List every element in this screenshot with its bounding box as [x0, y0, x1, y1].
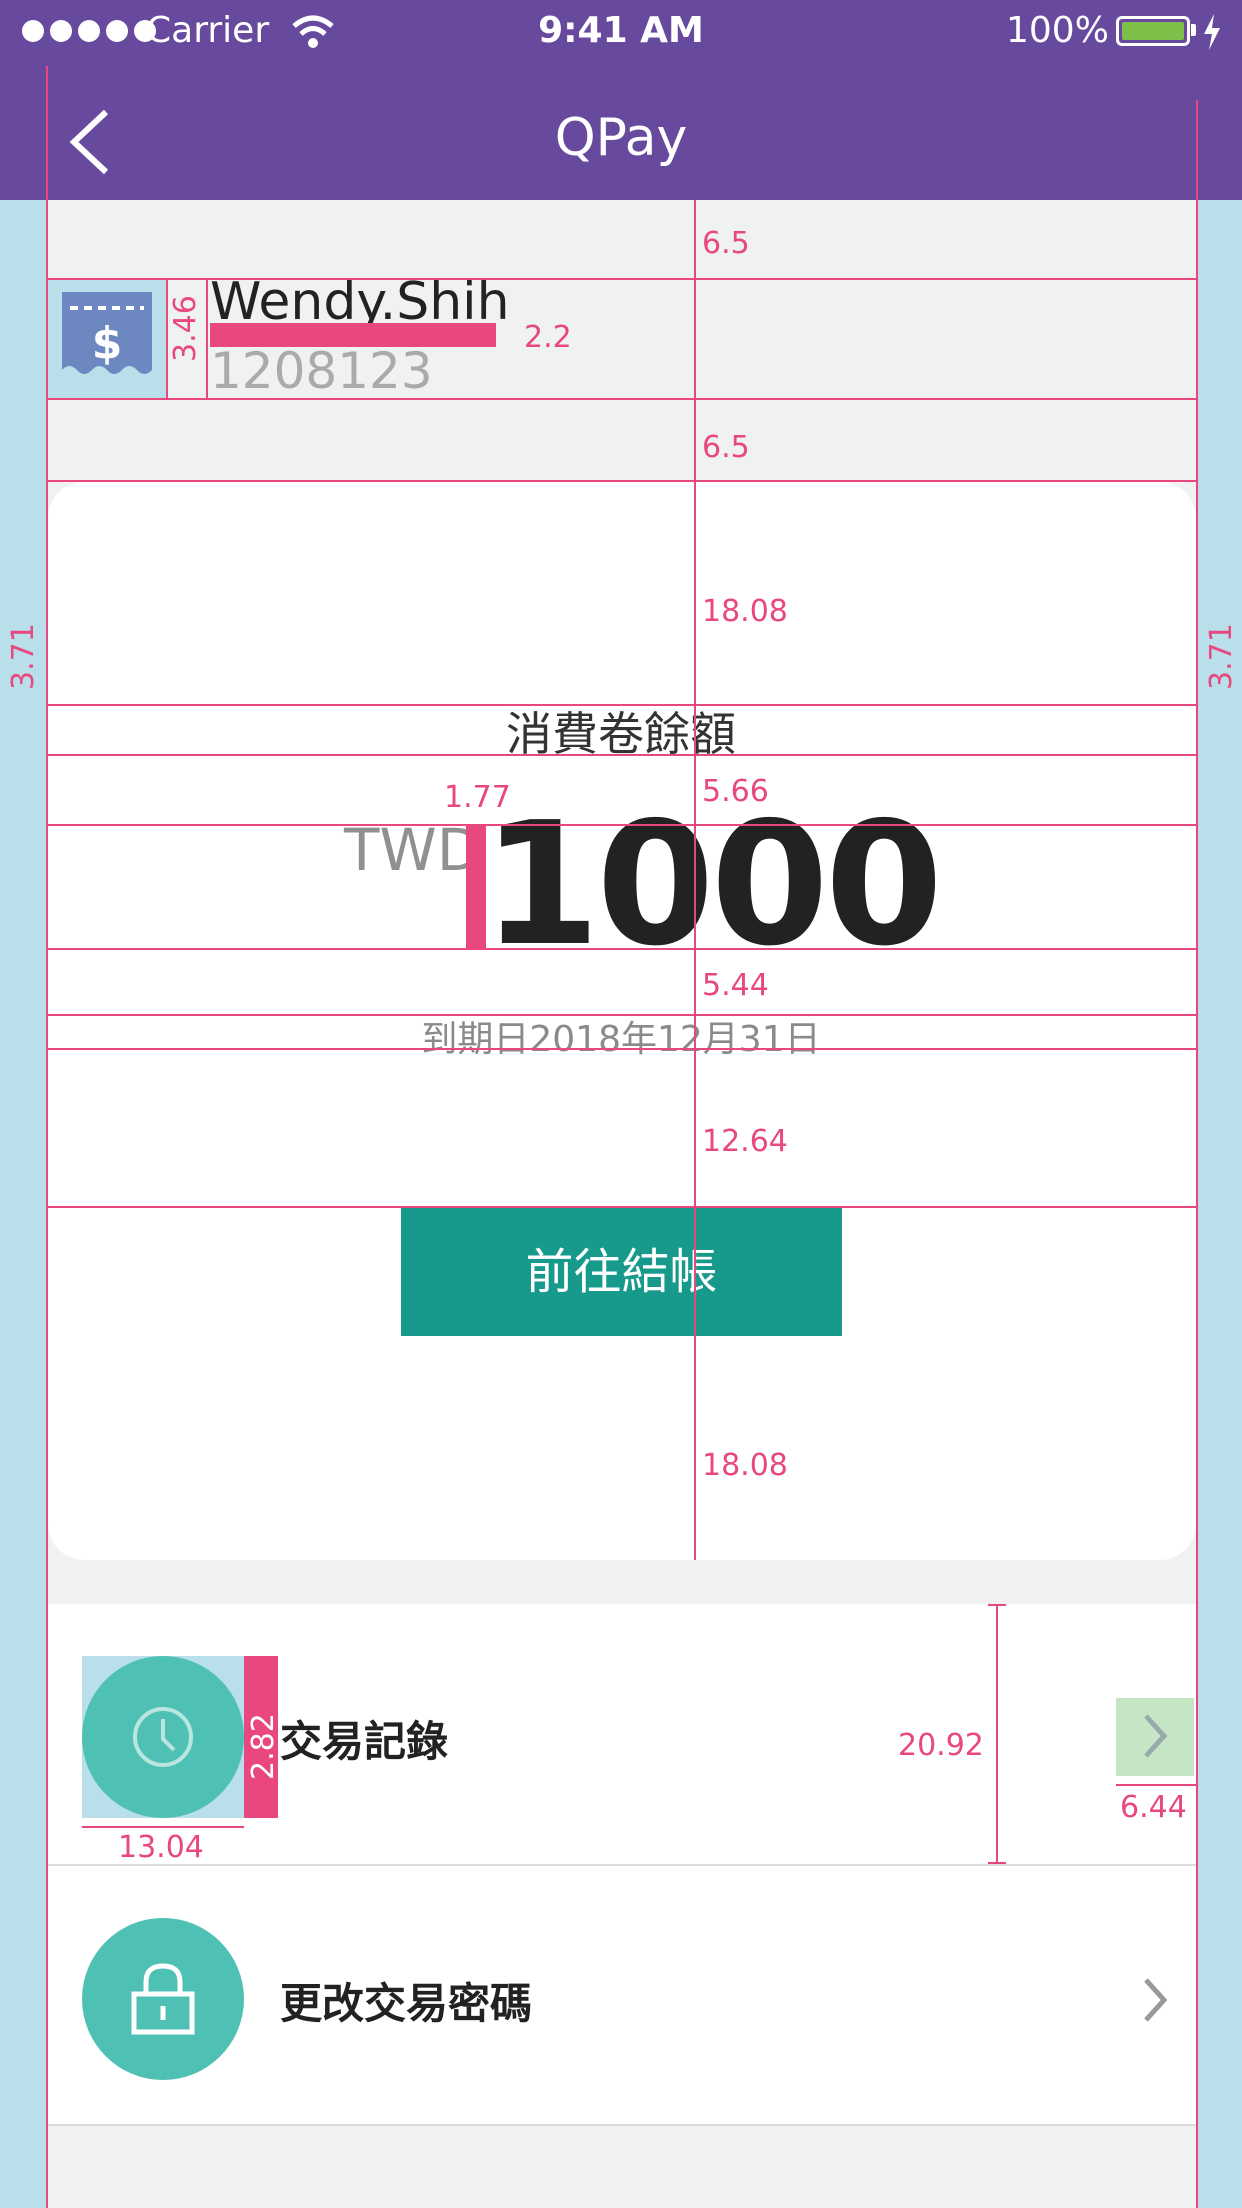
- dim-expiry-button-gap: 12.64: [702, 1124, 788, 1159]
- battery-icon: [1116, 16, 1190, 46]
- guide-line: [46, 754, 1198, 756]
- menu-divider: [48, 2124, 1196, 2126]
- dim-name-icon-height: 3.46: [168, 295, 203, 362]
- left-guide-strip: [0, 200, 46, 2208]
- battery-cap: [1191, 24, 1196, 36]
- dim-amount-expiry-gap: 5.44: [702, 968, 769, 1003]
- dim-top-gap: 6.5: [702, 226, 750, 261]
- dim-side-margin-left: 3.71: [6, 623, 41, 690]
- guide-line: [46, 704, 1198, 706]
- page-title: QPay: [554, 108, 688, 168]
- lock-icon: [131, 1963, 195, 2035]
- icon-width-measure: [82, 1826, 244, 1828]
- row-height-measure: [996, 1604, 998, 1864]
- dim-chevron-width: 6.44: [1120, 1790, 1187, 1825]
- dim-menu-row-height: 20.92: [898, 1728, 984, 1763]
- row-height-measure-top: [988, 1604, 1006, 1606]
- right-guide-strip: [1198, 200, 1242, 2208]
- user-id: 1208123: [210, 342, 433, 400]
- dim-side-margin-right: 3.71: [1204, 623, 1239, 690]
- name-height-measure-right: [206, 280, 208, 398]
- guide-line: [46, 948, 1198, 950]
- voucher-icon: $: [62, 292, 152, 374]
- guide-line: [46, 824, 1198, 826]
- menu-item-change-password-label: 更改交易密碼: [280, 1979, 533, 2028]
- dim-name-id-gap: 2.2: [524, 320, 572, 355]
- checkout-button[interactable]: 前往結帳: [401, 1208, 842, 1336]
- dim-card-gap: 6.5: [702, 430, 750, 465]
- chevron-width-measure: [1116, 1784, 1196, 1786]
- dim-currency-amount-gap: 1.77: [444, 780, 511, 815]
- clock-icon: [133, 1707, 193, 1767]
- guide-line: [46, 1206, 1198, 1208]
- name-id-gap-marker: [210, 323, 496, 347]
- chevron-right-icon[interactable]: [1140, 1976, 1170, 2024]
- chevron-right-icon[interactable]: [1140, 1712, 1170, 1760]
- guide-line: [46, 1014, 1198, 1016]
- dim-card-top-pad: 18.08: [702, 594, 788, 629]
- right-margin-guide: [1196, 100, 1198, 2208]
- center-measure-line: [694, 200, 696, 1560]
- currency-label: TWD: [344, 816, 482, 884]
- svg-text:$: $: [92, 318, 123, 369]
- expiry-date: 到期日2018年12月31日: [421, 1019, 821, 1060]
- menu-item-transactions-label: 交易記錄: [280, 1717, 449, 1766]
- dim-card-bottom-pad: 18.08: [702, 1448, 788, 1483]
- guide-line: [46, 480, 1198, 482]
- charging-bolt-icon: [1204, 14, 1220, 50]
- guide-line: [46, 1048, 1198, 1050]
- guide-line: [46, 398, 1198, 400]
- dim-icon-label-gap: 2.82: [246, 1713, 281, 1780]
- battery-percent: 100%: [1006, 10, 1109, 51]
- dim-title-amount-gap: 5.66: [702, 774, 769, 809]
- guide-line: [46, 278, 1198, 280]
- dim-icon-width: 13.04: [118, 1830, 204, 1865]
